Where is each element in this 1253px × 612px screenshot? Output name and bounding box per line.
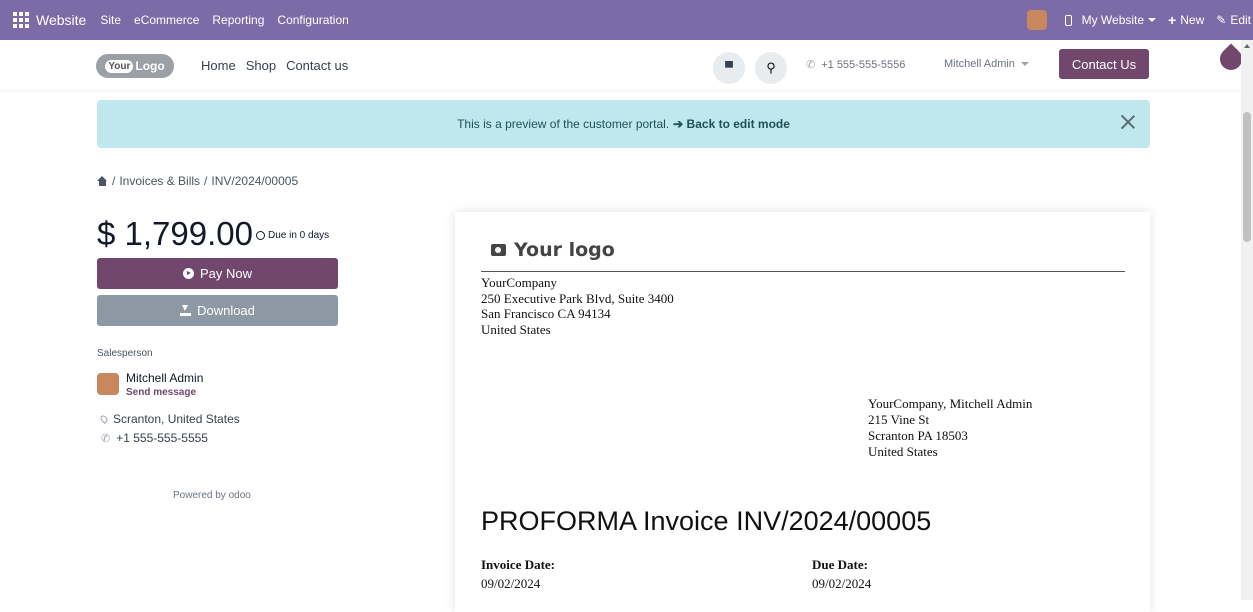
scroll-up-icon[interactable]	[1244, 44, 1250, 48]
breadcrumb-current: INV/2024/00005	[211, 174, 299, 188]
user-menu-name: Mitchell Admin	[944, 58, 1015, 70]
nav-contact[interactable]: Contact us	[286, 58, 348, 73]
cart-button[interactable]: ▀	[713, 52, 745, 84]
recipient-line: 215 Vine St	[868, 412, 930, 427]
search-button[interactable]: ⚲	[755, 52, 787, 84]
recipient-line: YourCompany, Mitchell Admin	[868, 396, 1033, 411]
website-selector[interactable]: My Website	[1081, 13, 1157, 27]
salesperson-location: Scranton, United States	[99, 412, 240, 426]
edit-label: Edit	[1230, 13, 1251, 27]
company-address: YourCompany 250 Executive Park Blvd, Sui…	[481, 275, 674, 337]
scrollbar-thumb[interactable]	[1243, 112, 1251, 242]
recipient-address: YourCompany, Mitchell Admin 215 Vine St …	[868, 396, 1032, 460]
mobile-preview-icon[interactable]	[1064, 14, 1072, 26]
invoice-document: Your logo YourCompany 250 Executive Park…	[455, 212, 1150, 612]
chevron-down-icon	[1020, 62, 1029, 66]
logo-label: Your logo	[514, 239, 615, 261]
header-phone[interactable]: ✆ +1 555-555-5556	[806, 58, 906, 72]
arrow-circle-right-icon	[182, 268, 194, 279]
invoice-date-value: 09/02/2024	[481, 576, 541, 591]
invoice-amount: $ 1,799.00	[97, 215, 253, 252]
plus-icon: +	[1168, 12, 1177, 28]
odoo-link[interactable]: odoo	[229, 490, 251, 501]
app-brand[interactable]: Website	[36, 12, 86, 28]
search-icon: ⚲	[766, 60, 776, 75]
header-divider	[481, 271, 1125, 272]
apps-menu-icon[interactable]	[6, 0, 36, 40]
company-line: YourCompany	[481, 275, 557, 290]
menu-site[interactable]: Site	[100, 13, 121, 27]
menu-reporting[interactable]: Reporting	[212, 13, 264, 27]
due-badge: Due in 0 days	[256, 230, 329, 241]
site-header: Your Logo Home Shop Contact us ▀ ⚲ ✆ +1 …	[0, 40, 1247, 90]
invoice-title: PROFORMA Invoice INV/2024/00005	[481, 506, 932, 536]
contact-us-button[interactable]: Contact Us	[1059, 49, 1149, 79]
user-avatar[interactable]	[1026, 10, 1047, 30]
company-logo-placeholder: Your logo	[491, 239, 615, 261]
clock-icon	[256, 231, 265, 240]
chevron-down-icon	[1148, 18, 1157, 22]
new-button[interactable]: + New	[1168, 12, 1204, 28]
download-label: Download	[197, 303, 255, 318]
download-button[interactable]: Download	[97, 295, 338, 326]
recipient-line: United States	[868, 444, 938, 459]
recipient-line: Scranton PA 18503	[868, 428, 968, 443]
breadcrumb-invoices[interactable]: Invoices & Bills	[119, 174, 200, 188]
menu-configuration[interactable]: Configuration	[277, 13, 348, 27]
phone-icon: ✆	[806, 59, 816, 71]
phone-text: +1 555-555-5555	[116, 431, 208, 445]
nav-shop[interactable]: Shop	[246, 58, 276, 73]
camera-icon	[491, 244, 506, 256]
edit-button[interactable]: ✎ Edit	[1216, 13, 1251, 27]
logo-prefix: Your	[105, 59, 134, 73]
powered-text: Powered by	[173, 490, 226, 501]
new-label: New	[1180, 13, 1205, 27]
due-date-value: 09/02/2024	[812, 576, 872, 591]
nav-home[interactable]: Home	[201, 58, 236, 73]
company-line: 250 Executive Park Blvd, Suite 3400	[481, 290, 674, 306]
page-scrollbar[interactable]	[1241, 40, 1253, 600]
breadcrumb-sep: /	[112, 174, 116, 188]
due-text: Due in 0 days	[268, 230, 330, 241]
cart-icon: ▀	[725, 62, 733, 74]
powered-by: Powered by odoo	[173, 490, 251, 501]
menu-ecommerce[interactable]: eCommerce	[134, 13, 199, 27]
due-date-label: Due Date:	[812, 557, 868, 572]
logo-suffix: Logo	[135, 59, 165, 73]
breadcrumb: / Invoices & Bills / INV/2024/00005	[97, 174, 298, 188]
header-phone-number: +1 555-555-5556	[821, 58, 906, 71]
map-marker-icon	[99, 414, 109, 424]
portal-preview-alert: This is a preview of the customer portal…	[97, 100, 1150, 148]
breadcrumb-sep: /	[204, 174, 208, 188]
back-to-edit-link[interactable]: ➔ Back to edit mode	[673, 117, 790, 131]
site-logo[interactable]: Your Logo	[96, 54, 174, 78]
main-nav: Home Shop Contact us	[201, 58, 348, 73]
salesperson-phone: ✆ +1 555-555-5555	[101, 431, 208, 445]
salesperson-avatar	[97, 373, 119, 395]
pay-now-button[interactable]: Pay Now	[97, 258, 338, 289]
send-message-link[interactable]: Send message	[126, 387, 196, 398]
company-line: United States	[481, 321, 551, 337]
invoice-date-label: Invoice Date:	[481, 557, 556, 572]
pay-now-label: Pay Now	[199, 266, 253, 281]
download-icon	[180, 305, 192, 316]
website-admin-bar: Website Site eCommerce Reporting Configu…	[0, 0, 1253, 40]
website-selector-label: My Website	[1081, 13, 1145, 27]
location-text: Scranton, United States	[113, 412, 240, 426]
salesperson-label: Salesperson	[97, 348, 153, 359]
user-menu[interactable]: Mitchell Admin	[944, 58, 1029, 70]
alert-text: This is a preview of the customer portal…	[457, 117, 670, 131]
phone-icon: ✆	[101, 432, 111, 445]
salesperson-name: Mitchell Admin	[126, 371, 204, 385]
close-icon[interactable]	[1118, 112, 1138, 132]
pencil-icon: ✎	[1216, 13, 1227, 27]
home-icon[interactable]	[97, 176, 108, 186]
company-line: San Francisco CA 94134	[481, 306, 611, 321]
